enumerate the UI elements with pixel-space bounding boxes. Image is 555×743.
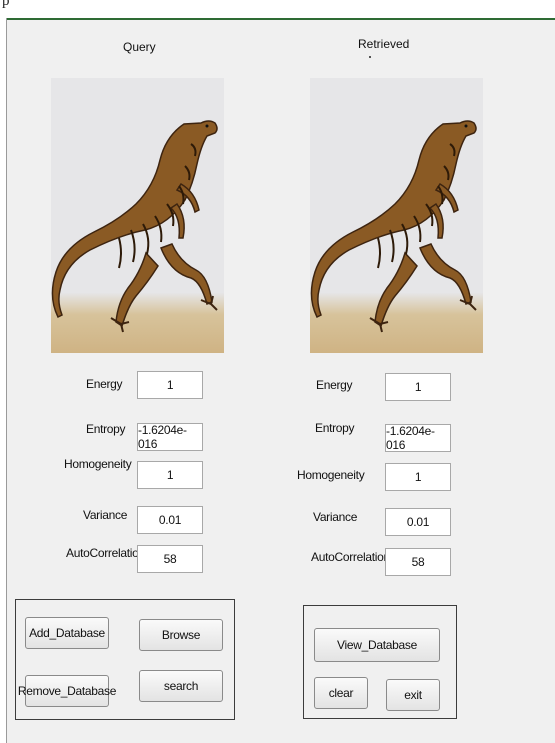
caption-dot — [369, 56, 371, 58]
retrieved-energy-field[interactable]: 1 — [385, 373, 451, 401]
search-button[interactable]: search — [139, 670, 223, 702]
query-energy-label: Energy — [86, 377, 123, 391]
query-image — [51, 78, 224, 353]
add-database-button[interactable]: Add_Database — [25, 617, 109, 649]
browse-button[interactable]: Browse — [139, 619, 223, 651]
query-caption: Query — [123, 40, 156, 54]
query-autocorrelation-label: AutoCorrelation — [66, 546, 145, 560]
query-homogeneity-field[interactable]: 1 — [137, 461, 203, 489]
query-autocorrelation-field[interactable]: 58 — [137, 545, 203, 573]
dinosaur-icon — [310, 120, 477, 333]
remove-database-button[interactable]: Remove_Database — [18, 675, 116, 707]
retrieved-autocorrelation-field[interactable]: 58 — [385, 548, 451, 576]
query-variance-field[interactable]: 0.01 — [137, 506, 203, 534]
retrieved-variance-label: Variance — [313, 510, 358, 524]
retrieved-entropy-label: Entropy — [315, 421, 355, 435]
retrieved-autocorrelation-label: AutoCorrelation — [311, 550, 390, 564]
retrieved-homogeneity-field[interactable]: 1 — [385, 463, 451, 491]
query-entropy-field[interactable]: -1.6204e-016 — [137, 423, 203, 451]
retrieved-image — [310, 78, 483, 353]
left-border — [0, 18, 7, 743]
title-bar: p — [0, 0, 555, 20]
retrieved-entropy-field[interactable]: -1.6204e-016 — [385, 424, 451, 452]
view-database-button[interactable]: View_Database — [314, 628, 440, 662]
query-entropy-label: Entropy — [86, 422, 126, 436]
query-energy-field[interactable]: 1 — [137, 371, 203, 399]
dinosaur-icon — [51, 120, 218, 333]
clear-button[interactable]: clear — [314, 677, 368, 709]
query-homogeneity-label: Homogeneity — [64, 457, 132, 471]
retrieved-homogeneity-label: Homogeneity — [297, 468, 365, 482]
retrieved-variance-field[interactable]: 0.01 — [385, 508, 451, 536]
retrieved-caption: Retrieved — [358, 37, 410, 51]
app-window: p Query Retrieved Energy 1 Entropy -1.62… — [0, 0, 555, 743]
query-variance-label: Variance — [83, 508, 128, 522]
exit-button[interactable]: exit — [386, 679, 440, 711]
retrieved-energy-label: Energy — [316, 378, 353, 392]
title-text: p — [2, 0, 10, 9]
